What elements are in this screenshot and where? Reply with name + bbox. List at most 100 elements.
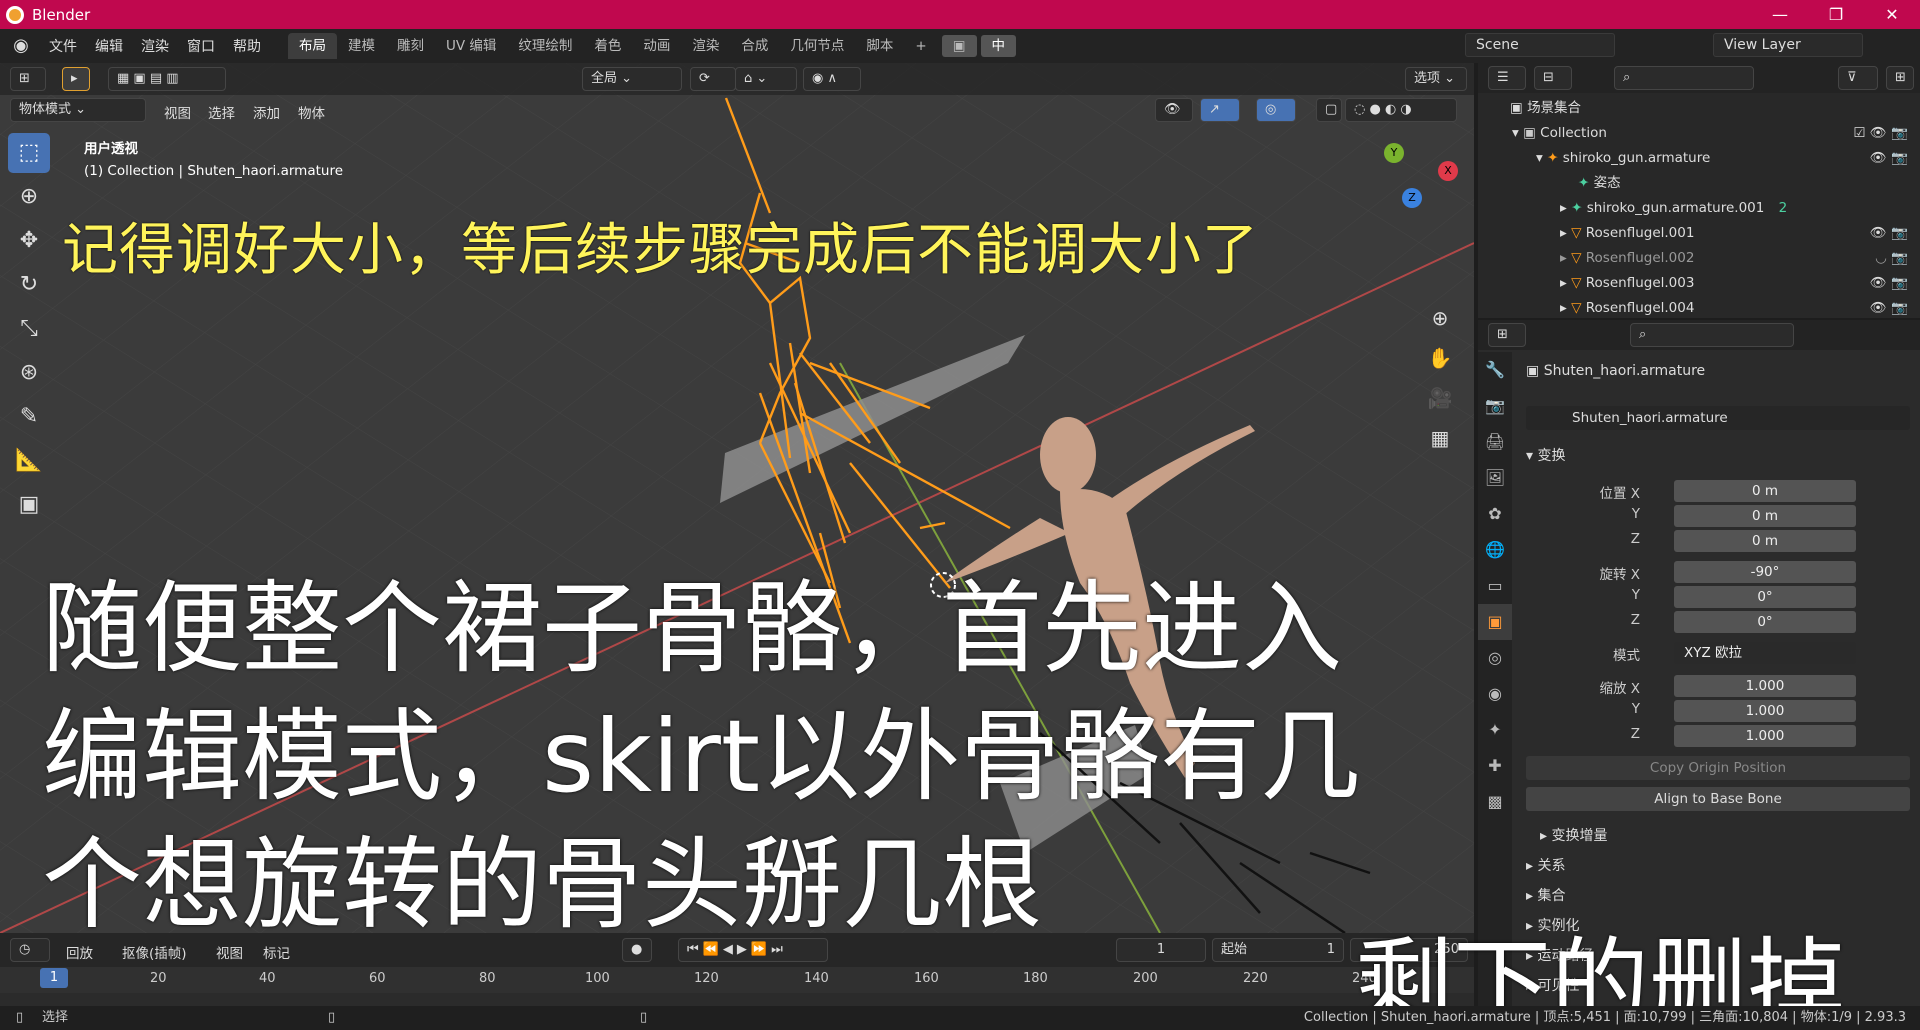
- outliner-item[interactable]: ▸ ▽ Rosenflugel.003 👁 📷: [1478, 271, 1920, 296]
- modifier-tab-icon[interactable]: ◎: [1478, 640, 1512, 676]
- scene-tab-icon[interactable]: ✿: [1478, 496, 1512, 532]
- view-layer-selector[interactable]: View Layer: [1713, 33, 1863, 57]
- selection-mode-icons[interactable]: ▦ ▣ ▤ ▥: [108, 67, 226, 91]
- scale-x-field[interactable]: 1.000: [1674, 675, 1856, 697]
- collections-panel[interactable]: ▸ 集合: [1526, 885, 1565, 905]
- outliner-item[interactable]: ▾ ▣ Collection ☑ 👁 📷: [1478, 121, 1920, 146]
- mode-dropdown[interactable]: 物体模式 ⌄: [10, 98, 146, 122]
- tab-layout[interactable]: 布局: [288, 33, 337, 59]
- object-name-field[interactable]: Shuten_haori.armature: [1526, 406, 1910, 430]
- outliner-root[interactable]: ▣ 场景集合: [1478, 96, 1920, 121]
- menu-render[interactable]: 渲染: [132, 36, 178, 56]
- visibility-icon[interactable]: 👁 📷: [1870, 221, 1908, 246]
- outliner-item[interactable]: ▸ ▽ Rosenflugel.002 ◡ 📷: [1478, 246, 1920, 271]
- align-base-bone-button[interactable]: Align to Base Bone: [1526, 787, 1910, 811]
- tab-sculpting[interactable]: 雕刻: [386, 33, 435, 59]
- menu-file[interactable]: 文件: [40, 36, 86, 56]
- rotation-y-field[interactable]: 0°: [1674, 586, 1856, 608]
- overlay-toggle-icon[interactable]: ◎: [1256, 98, 1296, 122]
- world-tab-icon[interactable]: 🌐: [1478, 532, 1512, 568]
- playhead[interactable]: 1: [40, 968, 68, 988]
- options-dropdown[interactable]: 选项 ⌄: [1405, 67, 1467, 91]
- snap-icon[interactable]: ⌂ ⌄: [735, 67, 797, 91]
- menu-object[interactable]: 物体: [298, 102, 325, 122]
- gizmo-toggle-icon[interactable]: ↗: [1200, 98, 1240, 122]
- object-tab-icon[interactable]: ▣: [1478, 604, 1512, 640]
- visibility-icon[interactable]: 👁 📷: [1870, 146, 1908, 171]
- rotation-x-field[interactable]: -90°: [1674, 561, 1856, 583]
- outliner-item[interactable]: ✦ 姿态: [1478, 171, 1920, 196]
- output-tab-icon[interactable]: 🖨: [1478, 424, 1512, 460]
- tab-texture-paint[interactable]: 纹理绘制: [507, 33, 583, 59]
- add-workspace-button[interactable]: +: [904, 33, 937, 59]
- pivot-point-icon[interactable]: ⟳: [690, 67, 736, 91]
- restore-button[interactable]: ❐: [1808, 0, 1864, 29]
- ortho-grid-icon[interactable]: ▦: [1420, 418, 1460, 458]
- outliner-item[interactable]: ▸ ✦ shiroko_gun.armature.001 2: [1478, 196, 1920, 221]
- minimize-button[interactable]: —: [1752, 0, 1808, 29]
- menu-window[interactable]: 窗口: [178, 36, 224, 56]
- visibility-icon[interactable]: 👁 📷: [1870, 296, 1908, 321]
- outliner-item[interactable]: ▾ ✦ shiroko_gun.armature 👁 📷: [1478, 146, 1920, 171]
- object-data-tab-icon[interactable]: ✦: [1478, 712, 1512, 748]
- outliner-editor-icon[interactable]: ☰: [1488, 66, 1526, 90]
- scale-z-field[interactable]: 1.000: [1674, 725, 1856, 747]
- gizmo-z-axis[interactable]: Z: [1402, 188, 1422, 208]
- gizmo-x-axis[interactable]: X: [1438, 161, 1458, 181]
- editor-type-icon[interactable]: ⊞: [10, 67, 46, 91]
- filter-icon[interactable]: ⊽: [1838, 66, 1878, 90]
- location-z-field[interactable]: 0 m: [1674, 530, 1856, 552]
- transform-orientation-dropdown[interactable]: 全局 ⌄: [582, 67, 682, 91]
- tool-tab-icon[interactable]: 🔧: [1478, 352, 1512, 388]
- new-collection-icon[interactable]: ⊞: [1886, 66, 1914, 90]
- outliner-search-input[interactable]: ⌕: [1614, 66, 1754, 90]
- menu-edit[interactable]: 编辑: [86, 36, 132, 56]
- move-icon[interactable]: ✥: [8, 221, 50, 261]
- add-cube-icon[interactable]: ▣: [8, 485, 50, 525]
- view-layer-tab-icon[interactable]: 🖼: [1478, 460, 1512, 496]
- properties-editor-icon[interactable]: ⊞: [1488, 323, 1526, 347]
- measure-icon[interactable]: 📐: [8, 441, 50, 481]
- camera-icon[interactable]: 🎥: [1420, 378, 1460, 418]
- pan-hand-icon[interactable]: ✋: [1420, 338, 1460, 378]
- location-x-field[interactable]: 0 m: [1674, 480, 1856, 502]
- scene-selector[interactable]: Scene: [1465, 33, 1615, 57]
- tab-compositing[interactable]: 合成: [730, 33, 779, 59]
- rotation-z-field[interactable]: 0°: [1674, 611, 1856, 633]
- menu-select[interactable]: 选择: [208, 102, 235, 122]
- zoom-icon[interactable]: ⊕: [1420, 298, 1460, 338]
- tab-scripting[interactable]: 脚本: [855, 33, 904, 59]
- timeline-ruler[interactable]: 1 20 40 60 80 100 120 140 160 180 200 22…: [0, 967, 1474, 993]
- rotate-icon[interactable]: ↻: [8, 265, 50, 305]
- copy-origin-button[interactable]: Copy Origin Position: [1526, 756, 1910, 780]
- display-mode-icon[interactable]: ⊟: [1534, 66, 1572, 90]
- tab-uv-editing[interactable]: UV 编辑: [435, 33, 507, 59]
- toggle-icon[interactable]: ▣: [941, 35, 977, 57]
- location-y-field[interactable]: 0 m: [1674, 505, 1856, 527]
- visibility-icon[interactable]: 👁: [1155, 98, 1193, 122]
- render-tab-icon[interactable]: 📷: [1478, 388, 1512, 424]
- tab-modeling[interactable]: 建模: [337, 33, 386, 59]
- shading-mode-icons[interactable]: ◌ ● ◐ ◑: [1345, 98, 1457, 122]
- select-mode-icon[interactable]: ▸: [62, 67, 90, 91]
- hidden-icon[interactable]: ◡ 📷: [1875, 246, 1908, 271]
- playback-menu[interactable]: 回放: [66, 942, 93, 962]
- bone-tab-icon[interactable]: ✚: [1478, 748, 1512, 784]
- playback-controls[interactable]: ⏮⏪◀▶⏩⏭: [678, 938, 828, 962]
- outliner-item[interactable]: ▸ ▽ Rosenflugel.001 👁 📷: [1478, 221, 1920, 246]
- menu-add[interactable]: 添加: [253, 102, 280, 122]
- annotate-icon[interactable]: ✎: [8, 397, 50, 437]
- record-icon[interactable]: ●: [622, 938, 652, 962]
- properties-search-input[interactable]: ⌕: [1630, 323, 1794, 347]
- proportional-edit-icon[interactable]: ◉ ∧: [803, 67, 861, 91]
- blender-menu-icon[interactable]: ◉: [10, 35, 32, 57]
- tab-rendering[interactable]: 渲染: [681, 33, 730, 59]
- menu-help[interactable]: 帮助: [224, 36, 270, 56]
- tab-geometry-nodes[interactable]: 几何节点: [779, 33, 855, 59]
- menu-view[interactable]: 视图: [164, 102, 191, 122]
- texture-tab-icon[interactable]: ▩: [1478, 784, 1512, 820]
- select-box-icon[interactable]: ⬚: [8, 133, 50, 173]
- transform-panel-header[interactable]: ▾ 变换: [1526, 445, 1565, 465]
- scale-y-field[interactable]: 1.000: [1674, 700, 1856, 722]
- cursor-icon[interactable]: ⊕: [8, 177, 50, 217]
